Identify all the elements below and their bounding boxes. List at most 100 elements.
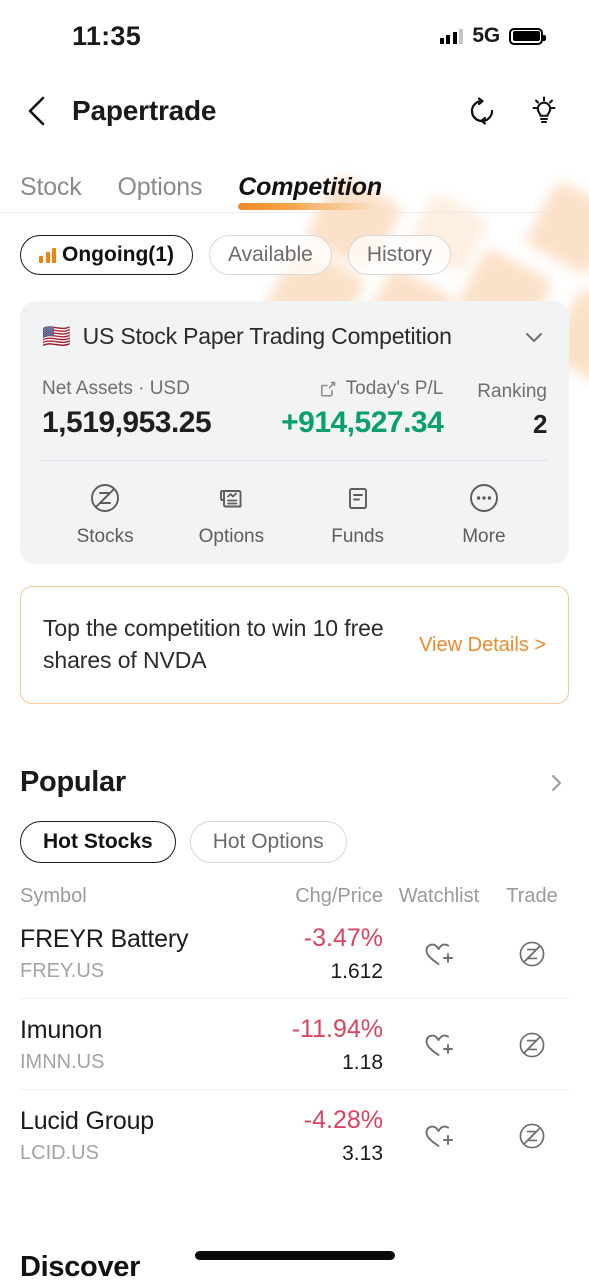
chevron-down-icon xyxy=(526,332,542,342)
column-change-price: Chg/Price xyxy=(295,885,383,907)
change-price-cell: -11.94% 1.18 xyxy=(233,1015,383,1075)
last-price: 1.612 xyxy=(330,960,383,983)
column-watchlist: Watchlist xyxy=(398,885,480,907)
funds-document-icon xyxy=(339,479,377,517)
status-time: 11:35 xyxy=(72,20,142,51)
home-indicator xyxy=(194,1251,395,1260)
last-price: 1.18 xyxy=(342,1051,383,1074)
tips-button[interactable] xyxy=(527,94,561,128)
popular-header: Popular xyxy=(20,766,569,799)
collapse-button[interactable] xyxy=(521,324,547,350)
ranking-stat: Ranking 2 xyxy=(477,381,547,440)
card-action-buttons: Stocks Options Funds More xyxy=(42,461,547,548)
todays-pl-label: Today's P/L xyxy=(281,378,443,400)
action-more-label: More xyxy=(462,526,506,547)
lightbulb-icon xyxy=(532,96,556,123)
more-dots-icon xyxy=(465,479,503,517)
column-trade: Trade xyxy=(506,885,558,907)
net-assets-stat: Net Assets · USD 1,519,953.25 xyxy=(42,378,281,440)
signal-bars-icon xyxy=(439,28,464,44)
add-to-watchlist-button[interactable] xyxy=(383,1121,495,1151)
table-header: Symbol Chg/Price Watchlist Trade xyxy=(20,885,569,908)
action-options[interactable]: Options xyxy=(168,479,294,548)
options-document-icon xyxy=(212,479,250,517)
table-row[interactable]: Lucid Group LCID.US -4.28% 3.13 xyxy=(20,1090,569,1180)
competition-card[interactable]: 🇺🇸 US Stock Paper Trading Competition Ne… xyxy=(20,301,569,564)
action-stocks-label: Stocks xyxy=(76,526,134,547)
refresh-button[interactable] xyxy=(465,94,499,128)
add-to-watchlist-button[interactable] xyxy=(383,1030,495,1060)
popular-section: Popular Hot Stocks Hot Options Symbol Ch… xyxy=(0,704,589,1180)
app-header: Papertrade xyxy=(0,72,589,150)
circle-z-trade-icon xyxy=(519,1032,545,1058)
column-symbol: Symbol xyxy=(20,885,87,907)
tab-options[interactable]: Options xyxy=(118,173,203,212)
action-options-label: Options xyxy=(198,526,265,547)
trade-button[interactable] xyxy=(495,1120,569,1152)
chevron-right-icon xyxy=(552,774,561,791)
action-funds-label: Funds xyxy=(331,526,385,547)
action-stocks[interactable]: Stocks xyxy=(42,479,168,548)
stock-code: IMNN.US xyxy=(20,1051,105,1073)
stock-name: Imunon xyxy=(20,1016,103,1044)
back-button[interactable] xyxy=(18,93,54,129)
circle-z-trade-icon xyxy=(519,941,545,967)
tab-competition[interactable]: Competition xyxy=(238,173,382,212)
refresh-icon xyxy=(470,97,494,125)
bar-chart-icon xyxy=(39,247,56,263)
circle-z-trade-icon xyxy=(86,479,124,517)
add-to-watchlist-button[interactable] xyxy=(383,939,495,969)
stock-code: LCID.US xyxy=(20,1142,99,1164)
promo-banner[interactable]: Top the competition to win 10 free share… xyxy=(20,586,569,704)
discover-section-title: Discover xyxy=(20,1251,141,1283)
chevron-left-icon xyxy=(28,96,45,126)
ranking-value: 2 xyxy=(533,409,547,439)
chip-ongoing[interactable]: Ongoing(1) xyxy=(20,235,193,275)
change-percent: -4.28% xyxy=(303,1106,383,1134)
network-type-label: 5G xyxy=(472,24,500,47)
status-indicators: 5G xyxy=(439,24,546,48)
change-percent: -11.94% xyxy=(291,1015,383,1043)
tab-hot-options[interactable]: Hot Options xyxy=(189,821,347,863)
competition-card-header: 🇺🇸 US Stock Paper Trading Competition xyxy=(42,323,547,350)
chip-available[interactable]: Available xyxy=(208,235,332,275)
main-tabs: Stock Options Competition xyxy=(0,150,589,212)
stock-name: Lucid Group xyxy=(20,1107,154,1135)
todays-pl-label-text: Today's P/L xyxy=(345,378,444,399)
popular-title: Popular xyxy=(20,766,126,798)
circle-z-trade-icon xyxy=(519,1123,545,1149)
symbol-cell[interactable]: Lucid Group LCID.US xyxy=(20,1107,233,1165)
chip-history[interactable]: History xyxy=(347,235,452,275)
stock-name: FREYR Battery xyxy=(20,925,189,953)
chip-ongoing-label: Ongoing(1) xyxy=(62,243,174,266)
tab-hot-stocks[interactable]: Hot Stocks xyxy=(20,821,176,863)
popular-tabs: Hot Stocks Hot Options xyxy=(20,821,569,863)
heart-plus-icon xyxy=(425,943,453,965)
change-percent: -3.47% xyxy=(303,924,383,952)
header-actions xyxy=(465,94,561,128)
account-stats: Net Assets · USD 1,519,953.25 Today's P/… xyxy=(42,378,547,440)
tab-stock[interactable]: Stock xyxy=(20,173,82,212)
symbol-cell[interactable]: FREYR Battery FREY.US xyxy=(20,925,233,983)
battery-full-icon xyxy=(509,27,546,45)
share-icon[interactable] xyxy=(318,379,338,399)
table-row[interactable]: Imunon IMNN.US -11.94% 1.18 xyxy=(20,999,569,1090)
us-flag-icon: 🇺🇸 xyxy=(42,323,71,349)
popular-more-button[interactable] xyxy=(543,770,569,796)
trade-button[interactable] xyxy=(495,938,569,970)
action-funds[interactable]: Funds xyxy=(295,479,421,548)
ranking-label: Ranking xyxy=(477,381,547,402)
symbol-cell[interactable]: Imunon IMNN.US xyxy=(20,1016,233,1074)
todays-pl-value: +914,527.34 xyxy=(281,406,444,439)
stock-code: FREY.US xyxy=(20,960,105,982)
heart-plus-icon xyxy=(425,1034,453,1056)
action-more[interactable]: More xyxy=(421,479,547,548)
view-details-link[interactable]: View Details > xyxy=(419,634,546,657)
net-assets-value: 1,519,953.25 xyxy=(42,406,212,439)
heart-plus-icon xyxy=(425,1125,453,1147)
change-price-cell: -3.47% 1.612 xyxy=(233,924,383,984)
competition-filter-chips: Ongoing(1) Available History xyxy=(0,213,589,275)
trade-button[interactable] xyxy=(495,1029,569,1061)
promo-text: Top the competition to win 10 free share… xyxy=(43,615,384,673)
table-row[interactable]: FREYR Battery FREY.US -3.47% 1.612 xyxy=(20,908,569,999)
